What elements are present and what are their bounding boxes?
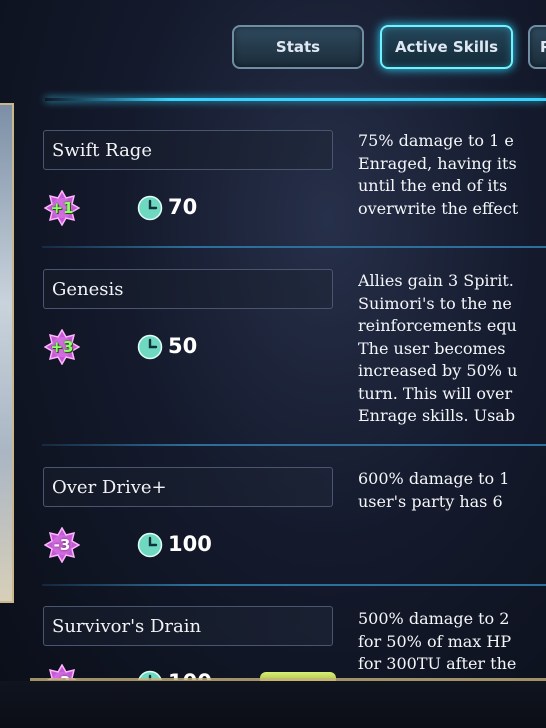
clock-icon: [137, 532, 163, 558]
badge-value: -3: [53, 536, 71, 554]
bottom-bar: [0, 681, 546, 728]
clock-icon: [137, 195, 163, 221]
purple-star-badge-icon: +1: [43, 189, 81, 227]
clock-icon: [137, 334, 163, 360]
skill-name: Over Drive+: [43, 467, 333, 507]
skill-name: Survivor's Drain: [43, 606, 333, 646]
skills-panel[interactable]: Swift Rage +1 70 75% damage to 1 e Enrag…: [0, 98, 546, 680]
skill-cost: 50: [168, 334, 198, 358]
skill-cost: 100: [168, 532, 212, 556]
row-divider: [42, 584, 546, 586]
skill-name: Swift Rage: [43, 130, 333, 170]
skill-description: 75% damage to 1 e Enraged, having its un…: [358, 131, 519, 218]
row-divider: [42, 246, 546, 248]
tab-active-skills[interactable]: Active Skills: [380, 25, 513, 69]
row-divider: [42, 444, 546, 446]
purple-star-badge-icon: -3: [43, 526, 81, 564]
badge-value: +3: [50, 338, 74, 356]
skill-description: 600% damage to 1 user's party has 6: [358, 469, 510, 511]
tab-partial[interactable]: P: [528, 25, 546, 69]
tab-stats[interactable]: Stats: [232, 25, 364, 69]
badge-value: +1: [50, 199, 74, 217]
skill-cost: 70: [168, 195, 198, 219]
purple-star-badge-icon: +3: [43, 328, 81, 366]
skill-name: Genesis: [43, 269, 333, 309]
skill-description: Allies gain 3 Spirit. Suimori's to the n…: [358, 271, 518, 425]
skill-description: 500% damage to 2 for 50% of max HP for 3…: [358, 609, 517, 673]
